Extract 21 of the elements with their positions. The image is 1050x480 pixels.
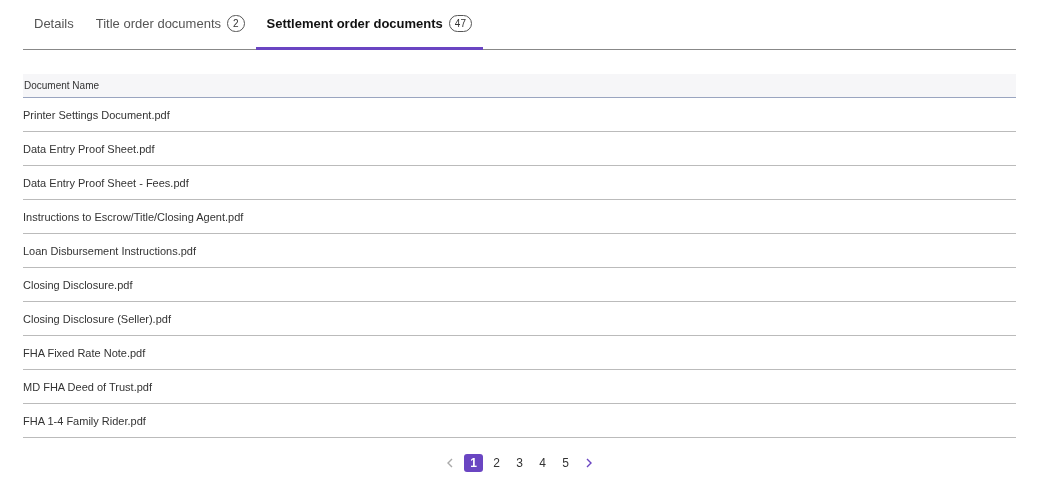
page-button[interactable]: 1 (464, 454, 483, 472)
tab[interactable]: Settlement order documents 47 (255, 0, 483, 50)
page-button[interactable]: 3 (510, 454, 529, 472)
table-cell: Loan Disbursement Instructions.pdf (23, 244, 197, 257)
table-cell: MD FHA Deed of Trust.pdf (23, 380, 152, 393)
table-cell: Data Entry Proof Sheet - Fees.pdf (23, 176, 189, 189)
tab[interactable]: Details (23, 0, 85, 50)
chevron-right-icon (585, 458, 593, 468)
table-cell: FHA 1-4 Family Rider.pdf (23, 414, 146, 427)
table-cell: Data Entry Proof Sheet.pdf (23, 142, 155, 155)
tab[interactable]: Title order documents 2 (84, 0, 256, 50)
page-button[interactable]: 4 (533, 454, 552, 472)
table-cell: Printer Settings Document.pdf (23, 108, 170, 121)
table-cell: Closing Disclosure.pdf (23, 278, 133, 291)
table-cell: Instructions to Escrow/Title/Closing Agent.pdf (23, 210, 244, 223)
page-button[interactable]: 5 (556, 454, 575, 472)
chevron-left-icon (446, 458, 454, 468)
column-header: Document Name (23, 80, 100, 91)
table-cell: Closing Disclosure (Seller).pdf (23, 312, 171, 325)
table-cell: FHA Fixed Rate Note.pdf (23, 346, 146, 359)
page-button[interactable]: 2 (487, 454, 506, 472)
